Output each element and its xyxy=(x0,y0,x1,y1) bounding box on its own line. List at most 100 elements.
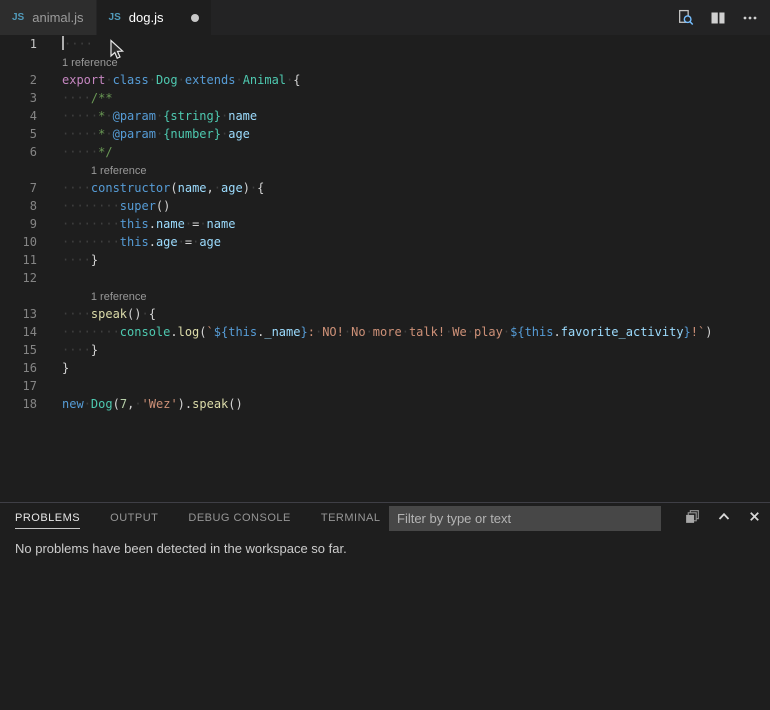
code-token: super xyxy=(120,199,156,213)
tab-animal-js[interactable]: JS animal.js xyxy=(0,0,97,35)
whitespace-dots: ········ xyxy=(62,325,120,339)
code-token: We xyxy=(452,325,466,339)
code-line[interactable]: 15····} xyxy=(0,341,770,359)
unsaved-changes-dot[interactable] xyxy=(191,14,199,22)
code-token: this xyxy=(120,235,149,249)
line-number: 18 xyxy=(0,395,37,413)
code-token: () xyxy=(228,397,242,411)
whitespace-dots: · xyxy=(366,325,373,339)
tab-dog-js[interactable]: JS dog.js xyxy=(97,0,212,35)
code-token: : xyxy=(308,325,315,339)
code-line[interactable]: 7····constructor(name,·age)·{ xyxy=(0,179,770,197)
code-line[interactable]: 17 xyxy=(0,377,770,395)
code-line[interactable]: 11····} xyxy=(0,251,770,269)
code-token: ${ xyxy=(214,325,228,339)
line-number: 8 xyxy=(0,197,37,215)
code-content: ···· xyxy=(37,35,93,53)
code-token: No xyxy=(351,325,365,339)
code-token: 'Wez' xyxy=(142,397,178,411)
code-token: ) xyxy=(243,181,250,195)
close-panel-icon[interactable] xyxy=(747,509,762,524)
codelens-reference-link[interactable]: 1 reference xyxy=(62,291,147,303)
problems-filter-input[interactable] xyxy=(389,506,661,531)
code-content: ········console.log(`${this._name}:·NO!·… xyxy=(37,323,712,341)
code-token: } xyxy=(62,361,69,375)
panel-tab-problems[interactable]: PROBLEMS xyxy=(15,507,80,529)
code-token: = xyxy=(185,235,192,249)
code-token: ) xyxy=(178,397,185,411)
code-token: this xyxy=(120,217,149,231)
code-line[interactable]: 5·····*·@param·{number}·age xyxy=(0,125,770,143)
whitespace-dots: · xyxy=(105,109,112,123)
line-number: 4 xyxy=(0,107,37,125)
code-line[interactable]: 1···· xyxy=(0,35,770,53)
code-line[interactable]: 8········super() xyxy=(0,197,770,215)
js-file-icon: JS xyxy=(12,12,24,23)
line-number: 14 xyxy=(0,323,37,341)
panel-actions xyxy=(684,508,762,525)
maximize-panel-icon[interactable] xyxy=(716,509,732,525)
code-content: ····speak()·{ xyxy=(37,305,156,323)
code-line[interactable]: 18new·Dog(7,·'Wez').speak() xyxy=(0,395,770,413)
code-token: ` xyxy=(207,325,214,339)
whitespace-dots: ···· xyxy=(62,181,91,195)
whitespace-dots: · xyxy=(467,325,474,339)
whitespace-dots: · xyxy=(178,73,185,87)
whitespace-dots: ···· xyxy=(62,307,91,321)
panel-tab-debug-console[interactable]: DEBUG CONSOLE xyxy=(188,507,290,529)
codelens-row[interactable]: 1 reference xyxy=(0,53,770,71)
code-token: Animal xyxy=(243,73,286,87)
line-number: 2 xyxy=(0,71,37,89)
line-number: 15 xyxy=(0,341,37,359)
problems-message: No problems have been detected in the wo… xyxy=(15,541,770,556)
code-line[interactable]: 4·····*·@param·{string}·name xyxy=(0,107,770,125)
problems-panel: PROBLEMS OUTPUT DEBUG CONSOLE TERMINAL xyxy=(0,502,770,710)
line-number: 12 xyxy=(0,269,37,287)
code-token: @param xyxy=(113,127,156,141)
open-preview-icon[interactable] xyxy=(677,9,694,26)
code-line[interactable]: 2export·class·Dog·extends·Animal·{ xyxy=(0,71,770,89)
split-editor-icon[interactable] xyxy=(710,10,726,26)
whitespace-dots: · xyxy=(141,307,148,321)
code-token: @param xyxy=(113,109,156,123)
more-actions-icon[interactable] xyxy=(742,10,758,26)
codelens-reference-link[interactable]: 1 reference xyxy=(62,165,147,177)
code-token: } xyxy=(300,325,307,339)
codelens-reference-link[interactable]: 1 reference xyxy=(62,57,118,69)
code-line[interactable]: 3····/** xyxy=(0,89,770,107)
whitespace-dots: ····· xyxy=(62,109,98,123)
code-line[interactable]: 14········console.log(`${this._name}:·NO… xyxy=(0,323,770,341)
code-line[interactable]: 12 xyxy=(0,269,770,287)
code-line[interactable]: 6·····*/ xyxy=(0,143,770,161)
code-line[interactable]: 10········this.age·=·age xyxy=(0,233,770,251)
code-token: talk! xyxy=(409,325,445,339)
code-token: { xyxy=(257,181,264,195)
codelens-row[interactable]: 1 reference xyxy=(0,161,770,179)
codelens-row[interactable]: 1 reference xyxy=(0,287,770,305)
panel-header: PROBLEMS OUTPUT DEBUG CONSOLE TERMINAL xyxy=(0,503,770,533)
panel-tab-terminal[interactable]: TERMINAL xyxy=(321,507,381,529)
code-line[interactable]: 13····speak()·{ xyxy=(0,305,770,323)
codelens-content: 1 reference xyxy=(37,53,118,71)
code-token: . xyxy=(149,217,156,231)
code-token: 7 xyxy=(120,397,127,411)
code-editor[interactable]: 1····1 reference2export·class·Dog·extend… xyxy=(0,35,770,502)
panel-tab-output[interactable]: OUTPUT xyxy=(110,507,158,529)
code-token: /** xyxy=(91,91,113,105)
code-content: ········super() xyxy=(37,197,170,215)
line-number: 17 xyxy=(0,377,37,395)
code-token: speak xyxy=(192,397,228,411)
code-token: Dog xyxy=(156,73,178,87)
code-content xyxy=(37,377,62,395)
code-line[interactable]: 9········this.name·=·name xyxy=(0,215,770,233)
code-token: name xyxy=(178,181,207,195)
code-line[interactable]: 16} xyxy=(0,359,770,377)
code-token: } xyxy=(91,343,98,357)
code-token: ( xyxy=(170,181,177,195)
codelens-content: 1 reference xyxy=(37,161,147,179)
code-content: ········this.age·=·age xyxy=(37,233,221,251)
code-token: ( xyxy=(113,397,120,411)
code-token: name xyxy=(228,109,257,123)
collapse-all-icon[interactable] xyxy=(684,508,701,525)
code-token: NO! xyxy=(322,325,344,339)
